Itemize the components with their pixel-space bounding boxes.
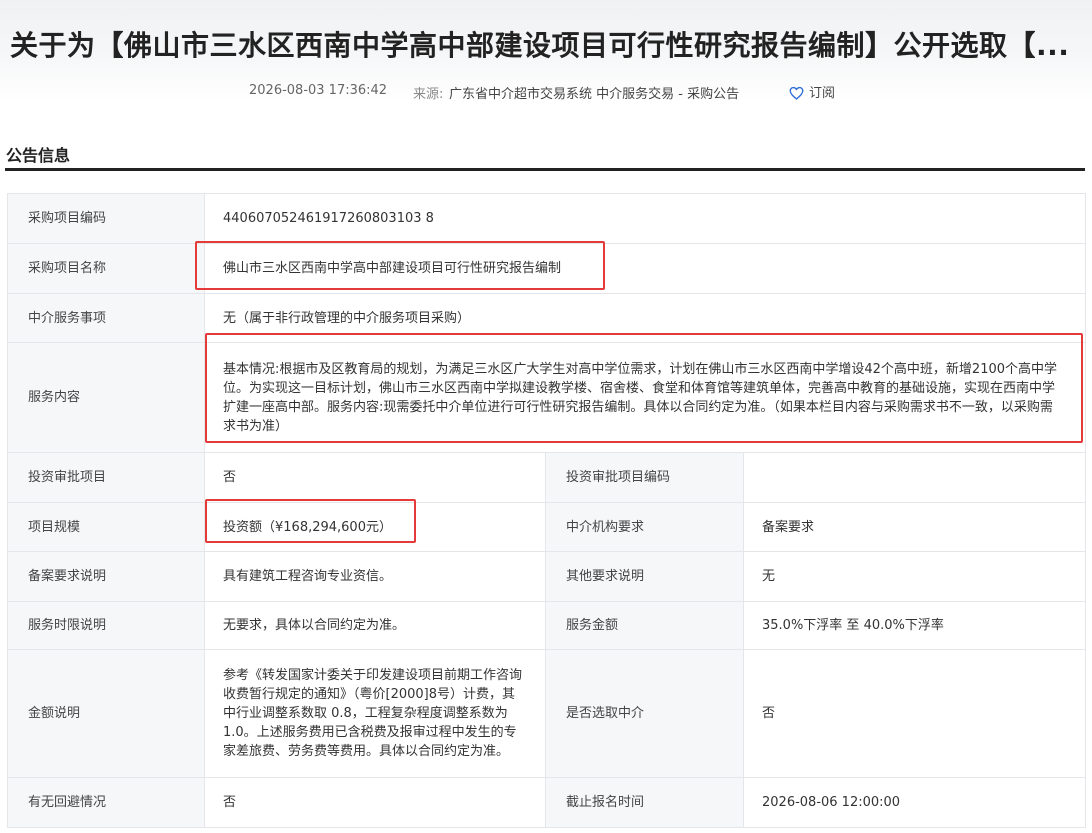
service-amount-value: 35.0%下浮率 至 40.0%下浮率 xyxy=(743,601,1086,650)
service-content-label: 服务内容 xyxy=(7,342,205,453)
deadline-value: 2026-08-06 12:00:00 xyxy=(743,777,1086,828)
table-row: 备案要求说明 具有建筑工程咨询专业资信。 其他要求说明 无 xyxy=(7,551,1086,602)
table-row: 采购项目编码 440607052461917260803103 8 xyxy=(7,193,1086,244)
filing-note-value: 具有建筑工程咨询专业资信。 xyxy=(204,551,546,602)
project-name-label: 采购项目名称 xyxy=(7,243,205,294)
table-row: 金额说明 参考《转发国家计委关于印发建设项目前期工作咨询收费暂行规定的通知》（粤… xyxy=(7,649,1086,778)
select-agency-label: 是否选取中介 xyxy=(545,649,744,778)
subscribe-label: 订阅 xyxy=(809,86,836,101)
investment-code-label: 投资审批项目编码 xyxy=(545,452,744,503)
table-row: 投资审批项目 否 投资审批项目编码 xyxy=(7,452,1086,503)
subscribe-button[interactable]: 订阅 xyxy=(789,82,835,101)
investment-approval-label: 投资审批项目 xyxy=(7,452,205,503)
deadline-label: 截止报名时间 xyxy=(545,777,744,828)
project-scale-value: 投资额（¥168,294,600元） xyxy=(204,502,546,552)
project-code-value: 440607052461917260803103 8 xyxy=(204,193,1086,244)
other-note-label: 其他要求说明 xyxy=(545,551,744,602)
investment-approval-value: 否 xyxy=(204,452,546,503)
avoidance-value: 否 xyxy=(204,777,546,828)
page-title: 关于为【佛山市三水区西南中学高中部建设项目可行性研究报告编制】公开选取【... xyxy=(10,29,1070,62)
project-code-label: 采购项目编码 xyxy=(7,193,205,244)
service-item-label: 中介服务事项 xyxy=(7,293,205,343)
project-name-value: 佛山市三水区西南中学高中部建设项目可行性研究报告编制 xyxy=(204,243,1086,294)
section-divider xyxy=(5,168,1085,171)
page: 关于为【佛山市三水区西南中学高中部建设项目可行性研究报告编制】公开选取【... … xyxy=(0,0,1092,833)
agency-requirement-label: 中介机构要求 xyxy=(545,502,744,552)
table-row: 服务内容 基本情况:根据市及区教育局的规划，为满足三水区广大学生对高中学位需求，… xyxy=(7,342,1086,453)
table-row: 采购项目名称 佛山市三水区西南中学高中部建设项目可行性研究报告编制 xyxy=(7,243,1086,294)
source-value: 广东省中介超市交易系统 中介服务交易 - 采购公告 xyxy=(449,87,740,102)
service-item-value: 无（属于非行政管理的中介服务项目采购） xyxy=(204,293,1086,343)
amount-note-value: 参考《转发国家计委关于印发建设项目前期工作咨询收费暂行规定的通知》（粤价[200… xyxy=(204,649,546,778)
amount-note-label: 金额说明 xyxy=(7,649,205,778)
select-agency-value: 否 xyxy=(743,649,1086,778)
table-row: 服务时限说明 无要求，具体以合同约定为准。 服务金额 35.0%下浮率 至 40… xyxy=(7,601,1086,650)
announcement-info-table: 采购项目编码 440607052461917260803103 8 采购项目名称… xyxy=(7,193,1086,828)
table-row: 项目规模 投资额（¥168,294,600元） 中介机构要求 备案要求 xyxy=(7,502,1086,552)
service-period-label: 服务时限说明 xyxy=(7,601,205,650)
source-label: 来源: xyxy=(413,87,444,102)
section-title: 公告信息 xyxy=(6,146,71,165)
project-scale-label: 项目规模 xyxy=(7,502,205,552)
investment-code-value xyxy=(743,452,1086,503)
heart-icon xyxy=(789,86,804,100)
meta-row: 2026-08-03 17:36:42 来源: 广东省中介超市交易系统 中介服务… xyxy=(0,83,1092,103)
publish-date: 2026-08-03 17:36:42 xyxy=(249,83,388,98)
title-bar: 关于为【佛山市三水区西南中学高中部建设项目可行性研究报告编制】公开选取【... … xyxy=(0,0,1092,102)
filing-note-label: 备案要求说明 xyxy=(7,551,205,602)
table-row: 有无回避情况 否 截止报名时间 2026-08-06 12:00:00 xyxy=(7,777,1086,828)
service-period-value: 无要求，具体以合同约定为准。 xyxy=(204,601,546,650)
service-amount-label: 服务金额 xyxy=(545,601,744,650)
other-note-value: 无 xyxy=(743,551,1086,602)
service-content-value: 基本情况:根据市及区教育局的规划，为满足三水区广大学生对高中学位需求，计划在佛山… xyxy=(204,342,1086,453)
table-row: 中介服务事项 无（属于非行政管理的中介服务项目采购） xyxy=(7,293,1086,343)
agency-requirement-value: 备案要求 xyxy=(743,502,1086,552)
avoidance-label: 有无回避情况 xyxy=(7,777,205,828)
